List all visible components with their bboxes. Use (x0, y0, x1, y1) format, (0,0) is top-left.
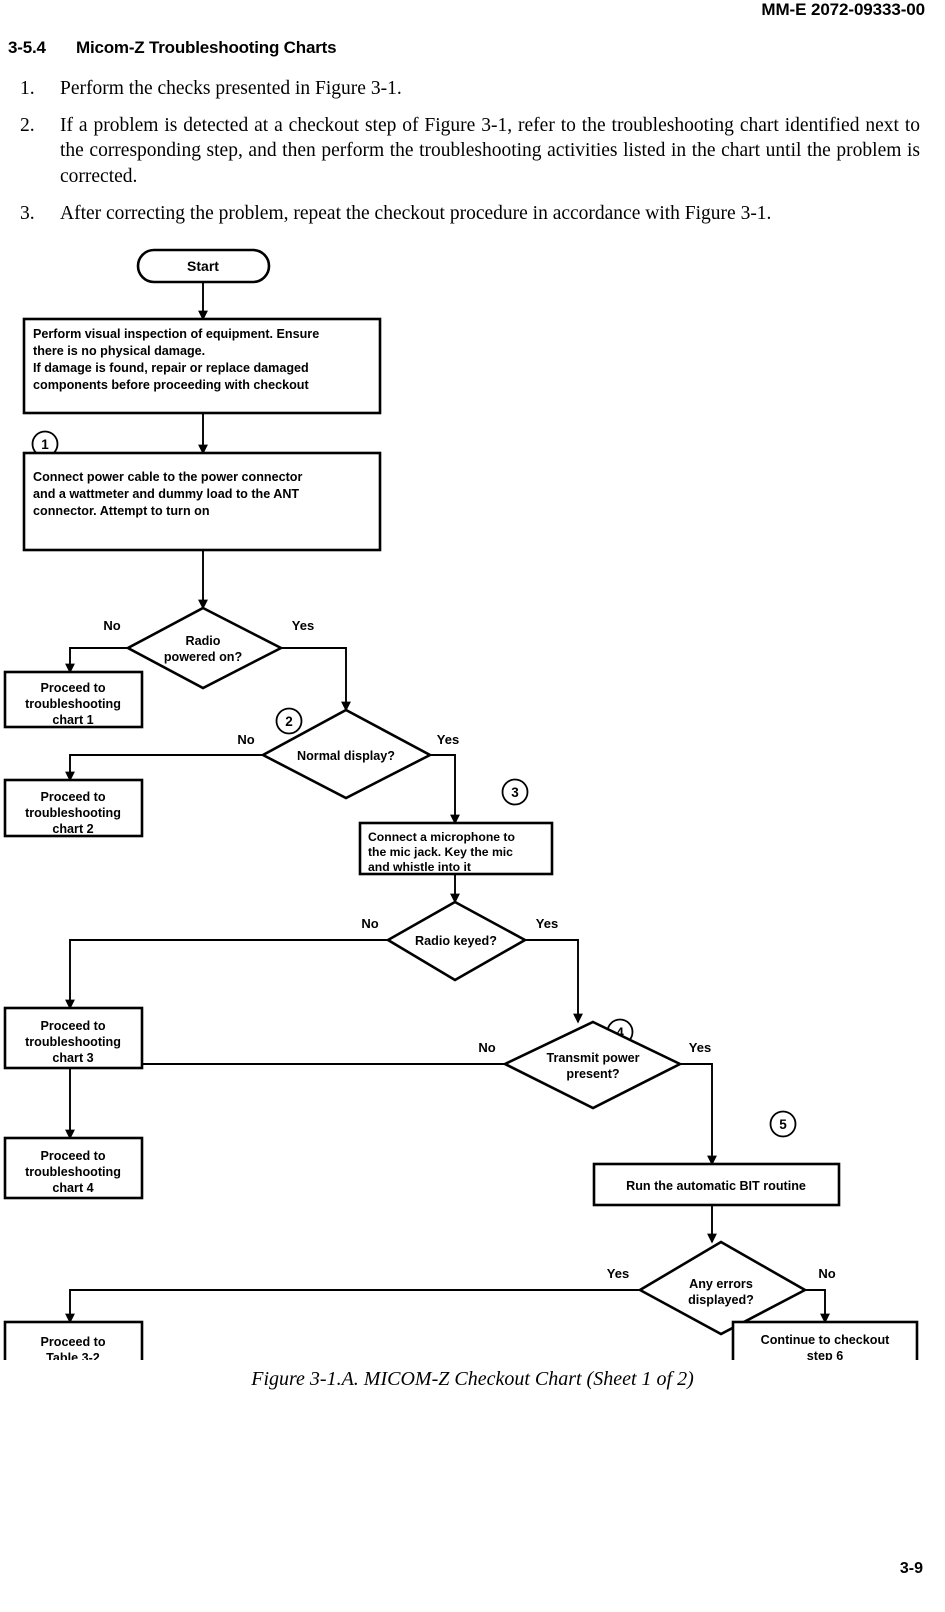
document-header-id: MM-E 2072-09333-00 (761, 0, 925, 19)
node-connect-line-1: Connect power cable to the power connect… (33, 470, 302, 484)
list-item-marker: 1. (20, 78, 35, 99)
edge-label-keyed-yes: Yes (536, 916, 558, 931)
list-item-text: After correcting the problem, repeat the… (60, 202, 772, 224)
edge-label-errors-yes: Yes (607, 1266, 629, 1281)
node-transmit-line-2: present? (566, 1067, 619, 1081)
node-decision-normal-display: Normal display? No Yes (237, 708, 459, 800)
procedure-step-list: 1. Perform the checks presented in Figur… (20, 76, 920, 238)
node-mic-line-3: and whistle into it (368, 860, 471, 874)
node-continue-line-1: Continue to checkout (761, 1333, 891, 1347)
node-visual-line-4: components before proceeding with checko… (33, 378, 310, 392)
step-marker-3: 3 (501, 778, 529, 806)
edge-errors-yes-to-table32 (65, 1289, 640, 1324)
node-visual-line-3: If damage is found, repair or replace da… (33, 361, 309, 375)
node-connect-power: Connect power cable to the power connect… (22, 451, 382, 552)
figure-caption: Figure 3-1.A. MICOM-Z Checkout Chart (Sh… (251, 1368, 694, 1390)
node-mic-line-2: the mic jack. Key the mic (368, 845, 513, 859)
edge-label-power-yes: Yes (292, 618, 314, 633)
node-chart3-line-1: Proceed to (40, 1019, 105, 1033)
node-chart2-line-1: Proceed to (40, 790, 105, 804)
node-connect-microphone: Connect a microphone to the mic jack. Ke… (358, 821, 554, 876)
edge-errors-no-to-continue (805, 1289, 830, 1324)
node-connect-line-3: connector. Attempt to turn on (33, 504, 210, 518)
node-keyed-line-1: Radio keyed? (415, 934, 497, 948)
edge-keyed-no-to-chart3 (65, 939, 388, 1010)
edge-label-transmit-yes: Yes (689, 1040, 711, 1055)
node-mic-line-1: Connect a microphone to (368, 830, 515, 844)
node-chart4-line-1: Proceed to (40, 1149, 105, 1163)
list-item-text: If a problem is detected at a checkout s… (60, 114, 920, 188)
node-chart4-line-3: chart 4 (52, 1181, 93, 1195)
node-continue-line-2: step 6 (807, 1349, 843, 1360)
node-visual-line-1: Perform visual inspection of equipment. … (33, 327, 319, 341)
node-chart3: Proceed to troubleshooting chart 3 (3, 1006, 144, 1070)
node-visual-line-2: there is no physical damage. (33, 344, 205, 358)
step-marker-5: 5 (769, 1110, 797, 1138)
node-visual-inspection: Perform visual inspection of equipment. … (22, 317, 382, 415)
node-decision-any-errors: Any errors displayed? Yes No (607, 1240, 836, 1336)
edge-label-errors-no: No (818, 1266, 835, 1281)
edge-power-no-to-chart1 (65, 647, 128, 674)
step-marker-2-label: 2 (285, 714, 293, 729)
node-run-bit-routine: Run the automatic BIT routine (592, 1162, 841, 1207)
edge-label-display-no: No (237, 732, 254, 747)
node-chart2-line-2: troubleshooting (25, 806, 121, 820)
node-chart1-line-1: Proceed to (40, 681, 105, 695)
page-number: 3-9 (899, 1560, 923, 1577)
node-chart1-line-2: troubleshooting (25, 697, 121, 711)
node-table32: Proceed to Table 3-2 (3, 1320, 144, 1360)
node-table32-line-1: Proceed to (40, 1335, 105, 1349)
node-start-label: Start (187, 258, 219, 274)
step-marker-3-label: 3 (511, 785, 519, 800)
node-chart4: Proceed to troubleshooting chart 4 (3, 1136, 144, 1200)
section-number: 3-5.4 (8, 38, 46, 57)
list-item-text: Perform the checks presented in Figure 3… (60, 78, 402, 99)
node-chart2-line-3: chart 2 (52, 822, 93, 836)
node-start: Start (136, 248, 271, 284)
list-item: 1. Perform the checks presented in Figur… (20, 76, 920, 102)
node-errors-line-2: displayed? (688, 1293, 754, 1307)
edge-transmit-yes-to-bit (680, 1063, 717, 1166)
node-power-line-2: powered on? (164, 650, 242, 664)
node-bit-line-1: Run the automatic BIT routine (626, 1179, 806, 1193)
node-display-line-1: Normal display? (297, 749, 395, 763)
node-continue-step6: Continue to checkout step 6 (731, 1320, 919, 1360)
list-item-marker: 2. (20, 114, 35, 136)
document-page: MM-E 2072-09333-00 3-5.4 Micom-Z Troubles… (0, 0, 945, 1612)
section-heading: 3-5.4 Micom-Z Troubleshooting Charts (8, 38, 908, 58)
list-item: 2. If a problem is detected at a checkou… (20, 113, 920, 190)
node-chart4-line-2: troubleshooting (25, 1165, 121, 1179)
edge-transmit-no-to-chart4 (65, 1063, 505, 1140)
node-chart3-line-2: troubleshooting (25, 1035, 121, 1049)
edge-keyed-yes-to-transmit-decision (525, 939, 583, 1024)
step-marker-2: 2 (275, 707, 303, 735)
node-transmit-line-1: Transmit power (546, 1051, 639, 1065)
node-decision-radio-keyed: Radio keyed? No Yes (361, 900, 558, 982)
node-table32-line-2: Table 3-2 (46, 1351, 100, 1360)
list-item: 3. After correcting the problem, repeat … (20, 201, 920, 227)
node-chart2: Proceed to troubleshooting chart 2 (3, 778, 144, 838)
edge-power-yes-to-display-decision (281, 647, 351, 712)
node-decision-transmit-power: Transmit power present? No Yes (478, 1020, 711, 1110)
node-chart1: Proceed to troubleshooting chart 1 (3, 670, 144, 729)
step-marker-1-label: 1 (41, 437, 49, 452)
edge-label-power-no: No (103, 618, 120, 633)
flowchart-figure: Start Perform visual inspection of equip… (0, 240, 945, 1360)
edge-label-display-yes: Yes (437, 732, 459, 747)
edge-display-yes-to-mic (430, 754, 460, 825)
node-chart1-line-3: chart 1 (52, 713, 93, 727)
section-title: Micom-Z Troubleshooting Charts (76, 38, 337, 57)
list-item-marker: 3. (20, 202, 35, 224)
edge-label-transmit-no: No (478, 1040, 495, 1055)
node-chart3-line-3: chart 3 (52, 1051, 93, 1065)
node-power-line-1: Radio (186, 634, 221, 648)
step-marker-5-label: 5 (779, 1117, 787, 1132)
node-errors-line-1: Any errors (689, 1277, 753, 1291)
edge-label-keyed-no: No (361, 916, 378, 931)
edge-display-no-to-chart2 (65, 754, 263, 782)
node-connect-line-2: and a wattmeter and dummy load to the AN… (33, 487, 299, 501)
